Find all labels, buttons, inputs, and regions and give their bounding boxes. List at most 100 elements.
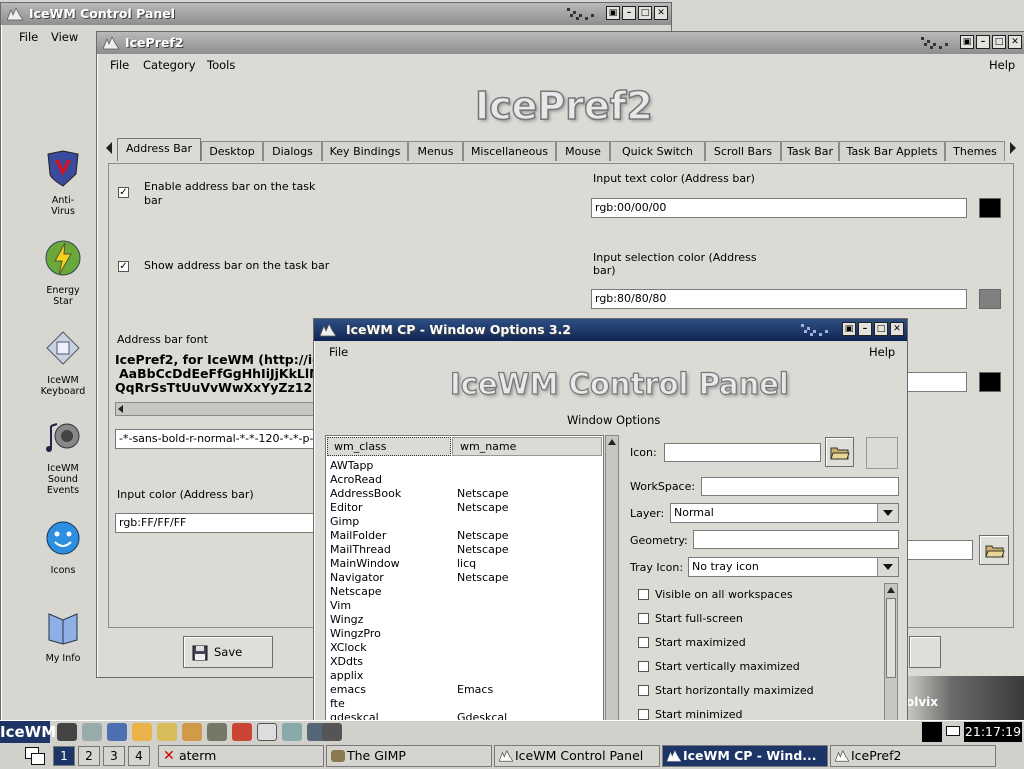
browse-folder-button[interactable] <box>979 535 1009 565</box>
table-row[interactable]: Navigator Netscape <box>330 571 600 585</box>
tab-key-bindings[interactable]: Key Bindings <box>322 141 408 161</box>
layer-select[interactable]: Normal <box>670 503 899 523</box>
table-row[interactable]: AcroRead <box>330 473 600 487</box>
control-panel-titlebar[interactable]: IceWM Control Panel ▣ – □ ✕ <box>1 3 671 25</box>
table-row[interactable]: XClock <box>330 641 600 655</box>
menu-file[interactable]: File <box>329 342 348 362</box>
restore-button[interactable]: ▣ <box>606 6 620 20</box>
option-checkbox[interactable] <box>638 613 649 624</box>
table-row[interactable]: XDdts <box>330 655 600 669</box>
class-list[interactable]: wm_class wm_name AWTapp AcroRead AddressBo… <box>325 435 604 729</box>
column-header-wm-name[interactable]: wm_name <box>452 437 602 456</box>
third-color-entry[interactable] <box>907 372 967 392</box>
menu-help[interactable]: Help <box>989 55 1015 75</box>
table-row[interactable]: Wingz <box>330 613 600 627</box>
tab-miscellaneous[interactable]: Miscellaneous <box>463 141 556 161</box>
path-entry[interactable] <box>907 540 973 560</box>
search-icon[interactable] <box>282 723 302 741</box>
tab-task-bar[interactable]: Task Bar <box>781 141 839 161</box>
table-row[interactable]: MailThread Netscape <box>330 543 600 557</box>
minimize-button[interactable]: – <box>622 6 636 20</box>
browser-icon[interactable] <box>107 723 127 741</box>
table-row[interactable]: AddressBook Netscape <box>330 487 600 501</box>
restore-button[interactable]: ▣ <box>960 35 974 49</box>
menu-category[interactable]: Category <box>143 55 196 75</box>
enable-address-bar-checkbox[interactable]: ✓ <box>118 187 129 198</box>
show-desktop-icon[interactable] <box>25 747 45 765</box>
table-row[interactable]: WingzPro <box>330 627 600 641</box>
tray-mail-icon[interactable] <box>946 726 960 736</box>
paint-icon[interactable] <box>182 723 202 741</box>
menu-file[interactable]: File <box>110 55 129 75</box>
scroll-left-icon[interactable] <box>118 405 123 413</box>
input-selection-color-entry[interactable]: rgb:80/80/80 <box>591 289 967 309</box>
start-button[interactable]: IceWM <box>0 721 56 743</box>
workspace-entry[interactable] <box>701 477 899 496</box>
tray-icon-select[interactable]: No tray icon <box>688 557 899 577</box>
input-text-color-entry[interactable]: rgb:00/00/00 <box>591 198 967 218</box>
terminal-icon[interactable] <box>57 723 77 741</box>
window-options-titlebar[interactable]: IceWM CP - Window Options 3.2 ▣ – □ ✕ <box>314 319 907 341</box>
dropdown-arrow-icon[interactable] <box>877 504 898 522</box>
option-checkbox[interactable] <box>638 637 649 648</box>
task-window-options[interactable]: IceWM CP - Wind... <box>662 745 828 767</box>
table-row[interactable]: MainWindow licq <box>330 557 600 571</box>
table-row[interactable]: Editor Netscape <box>330 501 600 515</box>
task-gimp[interactable]: The GIMP <box>326 745 492 767</box>
task-control-panel[interactable]: IceWM Control Panel <box>494 745 660 767</box>
menu-view[interactable]: View <box>51 27 78 47</box>
minimize-button[interactable]: – <box>858 322 872 336</box>
sound-item[interactable]: IceWM Sound Events <box>28 418 98 496</box>
input-selection-color-swatch[interactable] <box>979 289 1001 309</box>
brush-icon[interactable] <box>207 723 227 741</box>
table-row[interactable]: Gimp <box>330 515 600 529</box>
icon-entry[interactable] <box>664 443 821 462</box>
tab-task-bar-applets[interactable]: Task Bar Applets <box>839 141 945 161</box>
tab-menus[interactable]: Menus <box>408 141 463 161</box>
camera-icon[interactable] <box>322 723 342 741</box>
icons-item[interactable]: Icons <box>28 520 98 576</box>
restore-button[interactable]: ▣ <box>842 322 856 336</box>
maximize-button[interactable]: □ <box>874 322 888 336</box>
dropdown-arrow-icon[interactable] <box>877 558 898 576</box>
input-text-color-swatch[interactable] <box>979 198 1001 218</box>
tab-scroll-bars[interactable]: Scroll Bars <box>705 141 781 161</box>
clock[interactable]: 21:17:19 <box>964 722 1022 742</box>
scroll-thumb[interactable] <box>886 598 896 678</box>
close-button[interactable]: ✕ <box>654 6 668 20</box>
font-entry[interactable]: -*-sans-bold-r-normal-*-*-120-*-*-p- <box>115 429 315 449</box>
table-row[interactable]: MailFolder Netscape <box>330 529 600 543</box>
tab-mouse[interactable]: Mouse <box>556 141 610 161</box>
third-color-swatch[interactable] <box>979 372 1001 392</box>
user-icon[interactable] <box>132 723 152 741</box>
icepref-titlebar[interactable]: IcePref2 ▣ – □ ✕ <box>97 32 1024 54</box>
menu-file[interactable]: File <box>19 27 38 47</box>
scroll-up-icon[interactable] <box>887 587 895 593</box>
monitor-icon[interactable] <box>257 723 277 741</box>
menu-help[interactable]: Help <box>869 342 895 362</box>
tab-address-bar[interactable]: Address Bar <box>117 138 201 161</box>
input-color-entry[interactable]: rgb:FF/FF/FF <box>115 513 315 533</box>
myinfo-item[interactable]: My Info <box>28 608 98 664</box>
file-manager-icon[interactable] <box>82 723 102 741</box>
table-row[interactable]: emacs Emacs <box>330 683 600 697</box>
table-row[interactable]: applix <box>330 669 600 683</box>
close-button[interactable]: ✕ <box>1008 35 1022 49</box>
tab-scroll-right-icon[interactable] <box>1010 142 1016 154</box>
task-aterm[interactable]: ✕ aterm <box>158 745 324 767</box>
workspace-1[interactable]: 1 <box>53 746 75 766</box>
minimize-button[interactable]: – <box>976 35 990 49</box>
mail-icon[interactable] <box>157 723 177 741</box>
option-checkbox[interactable] <box>638 589 649 600</box>
hidden-dialog-button[interactable] <box>909 636 941 668</box>
workspace-2[interactable]: 2 <box>78 746 100 766</box>
option-checkbox[interactable] <box>638 661 649 672</box>
tab-dialogs[interactable]: Dialogs <box>263 141 322 161</box>
save-button[interactable]: Save <box>183 636 273 668</box>
workspace-4[interactable]: 4 <box>128 746 150 766</box>
option-checkbox[interactable] <box>638 685 649 696</box>
geometry-entry[interactable] <box>693 530 899 549</box>
show-address-bar-checkbox[interactable]: ✓ <box>118 261 129 272</box>
font-preview-scrollbar[interactable] <box>115 402 315 416</box>
keyboard-item[interactable]: IceWM Keyboard <box>28 330 98 397</box>
